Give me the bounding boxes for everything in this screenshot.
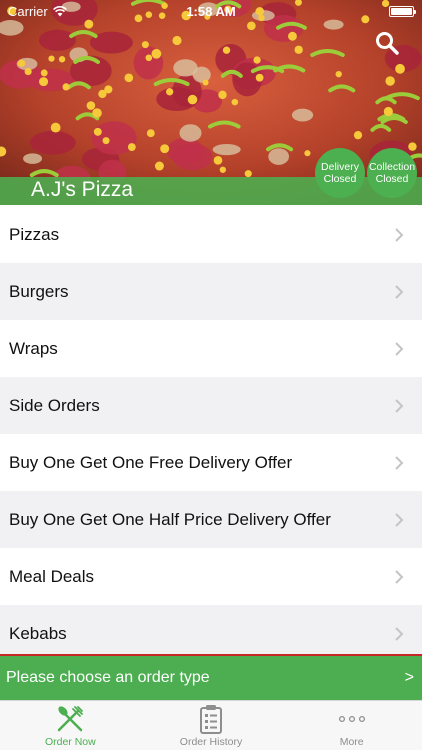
menu-item-pizzas[interactable]: Pizzas [0,206,422,263]
menu-item-label: Buy One Get One Free Delivery Offer [9,452,293,472]
menu-item-meal-deals[interactable]: Meal Deals [0,548,422,605]
tab-label: Order History [179,736,243,748]
search-icon[interactable] [374,30,400,56]
restaurant-name: A.J's Pizza [31,178,134,201]
menu-item-burgers[interactable]: Burgers [0,263,422,320]
tab-more[interactable]: More [281,701,422,750]
chevron-right-icon: > [404,669,414,686]
delivery-status-label: Delivery [321,161,359,173]
delivery-status-badge: Delivery Closed [315,148,365,198]
collection-status-value: Closed [375,173,409,185]
menu-item-label: Wraps [9,338,58,358]
more-dots-icon [335,702,369,736]
menu-item-side-orders[interactable]: Side Orders [0,377,422,434]
chevron-right-icon [395,455,404,470]
menu-item-label: Pizzas [9,224,60,244]
menu-item-label: Burgers [9,281,69,301]
chevron-right-icon [395,284,404,299]
order-type-prompt: Please choose an order type [6,669,210,686]
clipboard-icon [194,702,228,736]
delivery-status-value: Closed [323,173,357,185]
fork-knife-icon [53,702,87,736]
menu-item-wraps[interactable]: Wraps [0,320,422,377]
tab-order-now[interactable]: Order Now [0,701,141,750]
wifi-icon [52,5,67,16]
menu-item-label: Buy One Get One Half Price Delivery Offe… [9,509,331,529]
menu-category-list: Pizzas Burgers Wraps Side Orders Buy One… [0,206,422,662]
tab-order-history[interactable]: Order History [141,701,282,750]
status-bar: Carrier 1:58 AM [0,0,422,22]
chevron-right-icon [395,227,404,242]
collection-status-label: Collection [368,161,416,173]
menu-item-label: Side Orders [9,395,100,415]
collection-status-badge: Collection Closed [367,148,417,198]
menu-item-label: Kebabs [9,623,67,643]
menu-item-bogo-half-price[interactable]: Buy One Get One Half Price Delivery Offe… [0,491,422,548]
battery-icon [389,5,416,17]
menu-item-label: Meal Deals [9,566,95,586]
chevron-right-icon [395,341,404,356]
carrier-label: Carrier [8,3,48,19]
menu-item-bogof-delivery[interactable]: Buy One Get One Free Delivery Offer [0,434,422,491]
chevron-right-icon [395,398,404,413]
tab-label: More [339,736,364,748]
chevron-right-icon [395,626,404,641]
tab-bar: Order Now Order History More [0,700,422,750]
chevron-right-icon [395,512,404,527]
tab-label: Order Now [44,736,96,748]
choose-order-type-button[interactable]: Please choose an order type > [0,656,422,700]
chevron-right-icon [395,569,404,584]
